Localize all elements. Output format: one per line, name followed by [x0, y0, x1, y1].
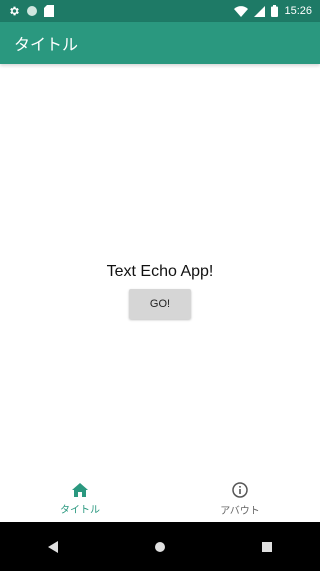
bottom-nav-label-about: アバウト	[220, 505, 260, 517]
home-circle-icon[interactable]	[140, 527, 180, 567]
bottom-nav-item-about[interactable]: アバウト	[160, 476, 320, 522]
status-bar: 15:26	[0, 0, 320, 22]
status-time: 15:26	[284, 5, 312, 17]
bottom-nav-label-title: タイトル	[60, 504, 100, 516]
info-icon	[232, 481, 248, 498]
gear-icon	[8, 5, 20, 17]
signal-icon	[254, 5, 266, 17]
bottom-navigation: タイトル アバウト	[0, 476, 320, 522]
main-content: Text Echo App! GO!	[0, 64, 320, 490]
app-bar: タイトル	[0, 22, 320, 64]
wifi-icon	[234, 5, 249, 17]
go-button[interactable]: GO!	[129, 289, 191, 319]
status-right-icons: 15:26	[234, 5, 312, 17]
app-title: タイトル	[14, 35, 79, 54]
recents-icon[interactable]	[247, 527, 287, 567]
circle-icon	[26, 5, 38, 17]
back-icon[interactable]	[33, 527, 73, 567]
app-screen: 15:26 タイトル Text Echo App! GO! タイトル アバウト	[0, 0, 320, 571]
sd-card-icon	[44, 5, 54, 17]
main-title: Text Echo App!	[106, 263, 214, 280]
system-navigation-bar	[0, 522, 320, 571]
status-left-icons	[8, 5, 54, 17]
bottom-nav-item-title[interactable]: タイトル	[0, 476, 160, 522]
battery-icon	[271, 5, 279, 17]
home-icon	[72, 482, 88, 497]
